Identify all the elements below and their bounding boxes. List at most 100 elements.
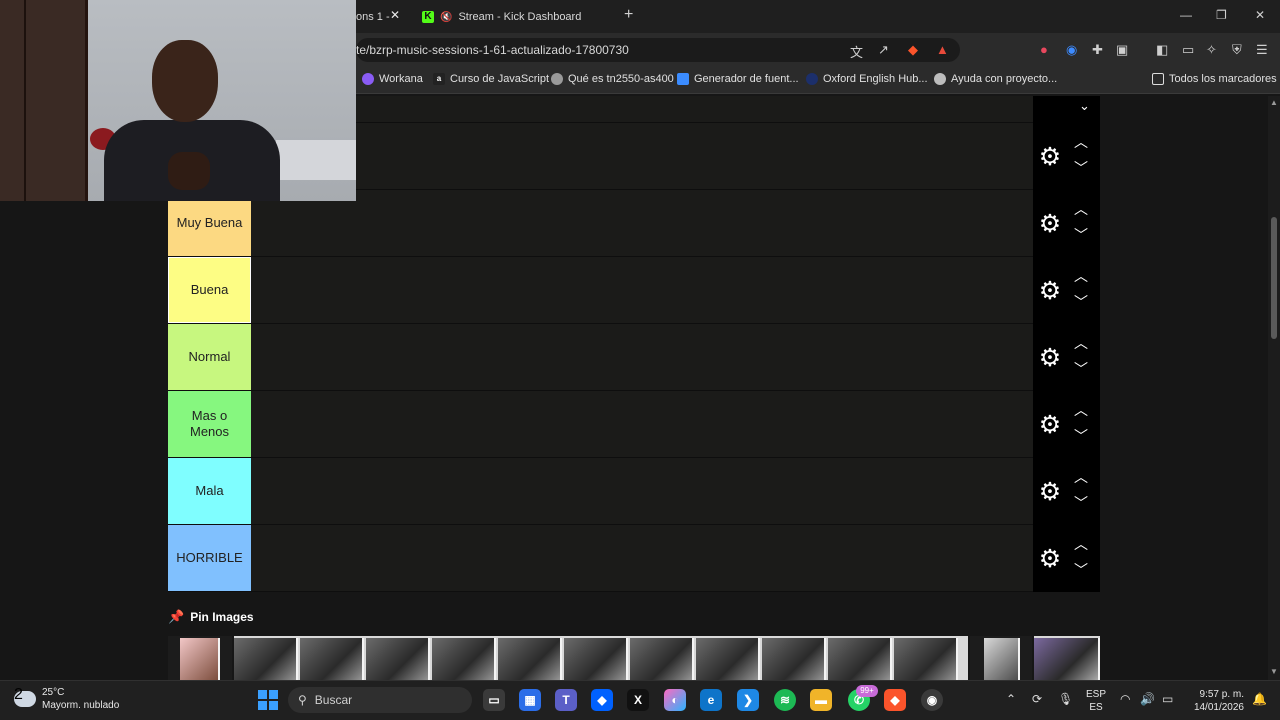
microphone-icon[interactable]: 🎙: [1058, 692, 1073, 706]
tier-label[interactable]: Mala: [168, 458, 251, 524]
page-scrollbar[interactable]: ▲ ▼: [1268, 96, 1280, 680]
language-indicator[interactable]: ESP ES: [1086, 688, 1106, 714]
image-thumbnail[interactable]: [894, 638, 958, 680]
x-twitter-icon[interactable]: X: [627, 689, 649, 711]
notifications-icon[interactable]: 🔔: [1252, 692, 1267, 706]
vpn-icon[interactable]: ⛨: [1232, 42, 1242, 58]
gear-icon[interactable]: ⚙: [1037, 211, 1063, 237]
gear-icon[interactable]: ⚙: [1037, 278, 1063, 304]
wifi-icon[interactable]: ◠: [1120, 692, 1130, 706]
bookmark-all[interactable]: Todos los marcadores: [1152, 73, 1277, 85]
sync-icon[interactable]: ⟳: [1032, 692, 1042, 706]
chevron-up-icon[interactable]: ︿: [1071, 134, 1091, 150]
sidebar-toggle-icon[interactable]: ◧: [1156, 42, 1168, 58]
gear-icon[interactable]: ⚙: [1037, 479, 1063, 505]
show-hidden-icons[interactable]: ⌃: [1006, 692, 1016, 706]
tier-drop-zone[interactable]: [251, 458, 1033, 524]
chevron-down-icon[interactable]: ﹀: [1071, 361, 1091, 377]
window-close-button[interactable]: ✕: [1255, 8, 1265, 22]
bookmark-workana[interactable]: Workana: [362, 73, 423, 85]
brave-shields-icon[interactable]: ◆: [908, 42, 918, 58]
battery-icon[interactable]: ▭: [1162, 692, 1173, 706]
chevron-up-icon[interactable]: ︿: [1071, 335, 1091, 351]
chevron-up-icon[interactable]: ︿: [1071, 201, 1091, 217]
address-bar-url[interactable]: te/bzrp-music-sessions-1-61-actualizado-…: [356, 43, 629, 57]
image-thumbnail[interactable]: [432, 638, 496, 680]
edge-icon[interactable]: e: [700, 689, 722, 711]
spotify-icon[interactable]: ≋: [774, 689, 796, 711]
minimize-button[interactable]: —: [1180, 8, 1192, 22]
extension-red-icon[interactable]: ●: [1040, 42, 1048, 57]
bookmark-oxford[interactable]: Oxford English Hub...: [806, 73, 928, 85]
scroll-down-icon[interactable]: ▼: [1270, 667, 1278, 676]
bookmark-tn2550[interactable]: Qué es tn2550-as400: [551, 73, 674, 85]
bookmark-ayuda[interactable]: Ayuda con proyecto...: [934, 73, 1057, 85]
chevron-down-icon[interactable]: ﹀: [1071, 160, 1091, 176]
scroll-up-icon[interactable]: ▲: [1270, 98, 1278, 107]
volume-icon[interactable]: 🔊: [1140, 692, 1155, 706]
chevron-down-icon[interactable]: ﹀: [1071, 428, 1091, 444]
wallet-extension-icon[interactable]: ◉: [1066, 42, 1077, 58]
chevron-up-icon[interactable]: ︿: [1071, 469, 1091, 485]
tier-label[interactable]: Buena: [168, 257, 251, 323]
image-tile[interactable]: [970, 636, 1032, 680]
image-thumbnail[interactable]: [828, 638, 892, 680]
image-thumbnail[interactable]: [234, 638, 298, 680]
chevron-down-icon[interactable]: ﹀: [1071, 227, 1091, 243]
chevron-up-icon[interactable]: ︿: [1071, 536, 1091, 552]
chevron-down-icon[interactable]: ﹀: [1071, 294, 1091, 310]
brave-rewards-icon[interactable]: ▲: [936, 42, 949, 57]
tab-bzrp-session[interactable]: ons 1 - ✕: [356, 6, 412, 28]
taskbar-search[interactable]: ⚲ Buscar: [288, 687, 472, 713]
start-button[interactable]: [258, 690, 278, 710]
image-thumbnail[interactable]: [366, 638, 430, 680]
system-clock[interactable]: 9:57 p. m. 14/01/2026: [1188, 688, 1244, 714]
image-thumbnail[interactable]: [984, 638, 1020, 680]
tier-label[interactable]: HORRIBLE: [168, 525, 251, 591]
image-thumbnail[interactable]: [180, 638, 220, 680]
scrollbar-thumb[interactable]: [1271, 217, 1277, 339]
translate-icon[interactable]: 文: [850, 42, 863, 61]
image-thumbnail[interactable]: [630, 638, 694, 680]
copilot-icon[interactable]: ◐: [664, 689, 686, 711]
image-thumbnail[interactable]: [696, 638, 760, 680]
chevron-down-icon[interactable]: ﹀: [1071, 495, 1091, 511]
image-tile[interactable]: [168, 636, 232, 680]
chevron-up-icon[interactable]: ︿: [1071, 268, 1091, 284]
weather-widget[interactable]: 25°C Mayorm. nublado: [14, 686, 119, 712]
gear-icon[interactable]: ⚙: [1037, 345, 1063, 371]
bookmark-font-generator[interactable]: Generador de fuent...: [677, 73, 799, 85]
image-thumbnail[interactable]: [300, 638, 364, 680]
maximize-button[interactable]: ❐: [1216, 8, 1227, 22]
share-icon[interactable]: ↗: [878, 42, 889, 58]
screenshot-icon[interactable]: ▣: [1116, 42, 1128, 58]
leo-ai-icon[interactable]: ✧: [1206, 42, 1217, 58]
dropbox-icon[interactable]: ◆: [591, 689, 613, 711]
wallet-icon[interactable]: ▭: [1182, 42, 1194, 58]
menu-icon[interactable]: ☰: [1256, 42, 1268, 58]
tier-label[interactable]: Mas o Menos: [168, 391, 251, 457]
tier-drop-zone[interactable]: [251, 525, 1033, 591]
close-tab-icon[interactable]: ✕: [390, 8, 400, 22]
image-thumbnail[interactable]: [498, 638, 562, 680]
mute-icon[interactable]: 🔇: [440, 12, 452, 23]
gear-icon[interactable]: ⚙: [1037, 412, 1063, 438]
chevron-up-icon[interactable]: ︿: [1071, 402, 1091, 418]
obs-icon[interactable]: ◉: [921, 689, 943, 711]
microsoft-store-icon[interactable]: ▦: [519, 689, 541, 711]
extensions-icon[interactable]: ✚: [1092, 42, 1103, 58]
tier-drop-zone[interactable]: [251, 391, 1033, 457]
tab-kick-dashboard[interactable]: K 🔇 Stream - Kick Dashboard: [422, 6, 612, 28]
file-explorer-icon[interactable]: ▬: [810, 689, 832, 711]
tier-drop-zone[interactable]: [251, 257, 1033, 323]
tier-label[interactable]: Normal: [168, 324, 251, 390]
pin-images-toggle[interactable]: 📌 Pin Images: [168, 609, 254, 625]
chevron-down-icon[interactable]: ﹀: [1071, 562, 1091, 578]
tier-drop-zone[interactable]: [251, 190, 1033, 256]
vscode-icon[interactable]: ❯: [737, 689, 759, 711]
teams-icon[interactable]: T: [555, 689, 577, 711]
image-thumbnail[interactable]: [564, 638, 628, 680]
image-thumbnail[interactable]: [1034, 638, 1100, 680]
gear-icon[interactable]: ⚙: [1037, 546, 1063, 572]
bookmark-javascript[interactable]: a Curso de JavaScript: [433, 73, 549, 85]
